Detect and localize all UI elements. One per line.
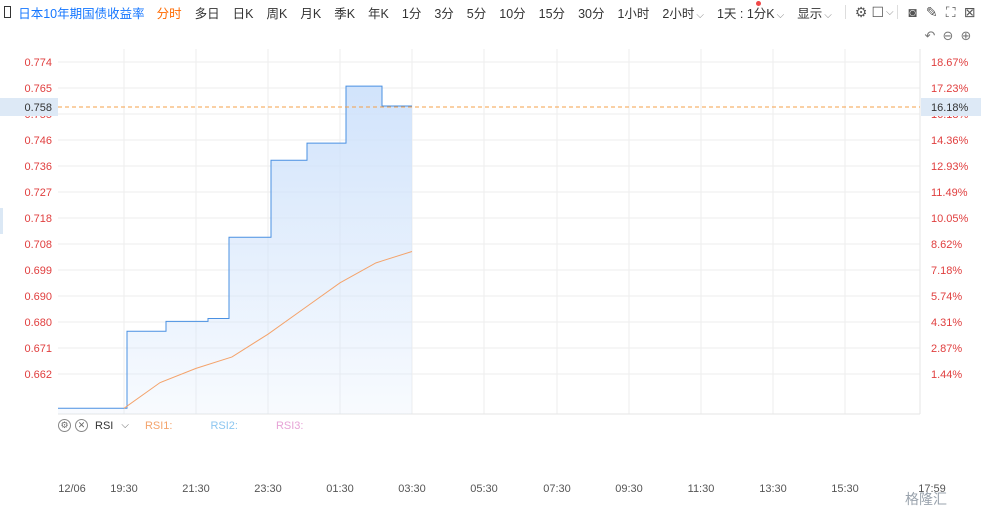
y-tick-right: 14.36% (931, 135, 969, 147)
x-tick-label: 19:30 (110, 483, 138, 495)
chevron-down-icon[interactable]: ⌵ (121, 420, 129, 431)
y-tick-right: 10.05% (931, 213, 969, 225)
price-area-fill (58, 86, 412, 414)
rsi1-label: RSI1: (144, 419, 173, 432)
x-tick-label: 11:30 (688, 483, 715, 495)
intraday-chart: 0.7740.7650.7550.7460.7360.7270.7180.708… (0, 49, 981, 495)
x-tick-label: 12/06 (58, 483, 86, 495)
x-tick-label: 23:30 (254, 483, 282, 495)
x-tick-label: 09:30 (615, 483, 643, 495)
y-tick-left: 0.774 (24, 57, 52, 69)
indicator-bar: ⚙ ✕ RSI ⌵ RSI1: RSI2: RSI3: (58, 419, 341, 432)
y-tick-right: 1.44% (931, 369, 962, 381)
watermark-logo: 格隆汇 (905, 491, 947, 507)
y-tick-right: 12.93% (931, 161, 969, 173)
close-icon[interactable]: ✕ (75, 419, 88, 432)
y-tick-left: 0.680 (24, 317, 52, 329)
current-price-label: 0.758 (24, 102, 52, 114)
y-tick-right: 11.49% (931, 187, 968, 199)
price-area (58, 86, 412, 414)
y-tick-left: 0.746 (24, 135, 52, 147)
y-tick-right: 17.23% (931, 83, 969, 95)
y-tick-right: 18.67% (931, 57, 969, 69)
y-tick-left: 0.727 (24, 187, 52, 199)
indicator-name[interactable]: RSI (95, 420, 113, 432)
y-tick-right: 2.87% (931, 343, 962, 355)
x-tick-label: 07:30 (543, 483, 571, 495)
x-tick-label: 03:30 (398, 483, 426, 495)
x-tick-label: 13:30 (759, 483, 787, 495)
settings-icon[interactable]: ⚙ (58, 419, 71, 432)
y-tick-left: 0.662 (24, 369, 52, 381)
x-axis: 12/06 19:30 21:30 23:30 01:30 03:30 05:30 07:30… (58, 483, 946, 495)
y-tick-right: 5.74% (931, 291, 962, 303)
rsi3-label: RSI3: (275, 419, 304, 432)
y-tick-right: 4.31% (931, 317, 962, 329)
rsi2-label: RSI2: (210, 419, 238, 432)
current-price-marker: 0.758 16.18% (0, 98, 981, 116)
y-tick-left: 0.690 (24, 291, 52, 303)
x-tick-label: 01:30 (326, 483, 354, 495)
y-tick-left: 0.718 (24, 213, 52, 225)
x-tick-label: 21:30 (182, 483, 210, 495)
y-tick-left: 0.671 (24, 343, 52, 355)
y-tick-right: 8.62% (931, 239, 962, 251)
current-pct-label: 16.18% (931, 102, 969, 114)
y-tick-right: 7.18% (931, 265, 962, 277)
y-tick-left: 0.765 (24, 83, 52, 95)
y-tick-left: 0.708 (24, 239, 52, 251)
x-tick-label: 15:30 (831, 483, 859, 495)
y-tick-left: 0.736 (24, 161, 52, 173)
y-tick-left: 0.699 (24, 265, 52, 277)
x-tick-label: 05:30 (470, 483, 498, 495)
